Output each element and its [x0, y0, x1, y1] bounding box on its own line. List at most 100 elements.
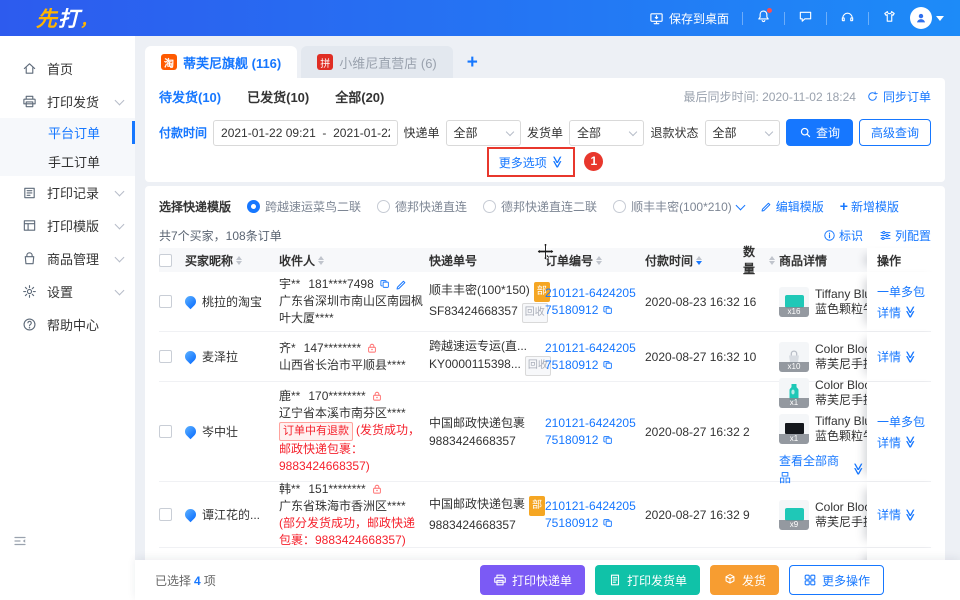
row-checkbox[interactable]	[159, 508, 172, 521]
grid-icon	[803, 573, 817, 587]
footer-button-invoice[interactable]: 打印发货单	[595, 565, 701, 595]
order-number-line[interactable]: 75180912	[545, 432, 641, 449]
lock-icon[interactable]	[371, 390, 383, 402]
sidebar-item-home[interactable]: 首页	[0, 52, 135, 85]
sidebar-item-gear[interactable]: 设置	[0, 275, 135, 308]
advanced-search-button[interactable]: 高级查询	[858, 119, 931, 146]
column-config-button[interactable]: 列配置	[879, 227, 931, 244]
express-cell: 跨越速运专运(直... KY0000115398... 回收	[429, 337, 551, 376]
topbar-divider	[784, 11, 785, 25]
template-radio-option[interactable]: 德邦快递直连二联	[483, 198, 597, 215]
buyer-nickname[interactable]: 岑中壮	[202, 423, 238, 440]
action-link[interactable]: 详情≫	[877, 348, 945, 365]
copy-icon[interactable]	[602, 517, 614, 529]
product-subtitle: 蓝色颗粒牛	[815, 301, 871, 316]
column-label[interactable]: 收件人	[279, 252, 325, 269]
support-button[interactable]	[840, 9, 855, 27]
footer-button-printer2[interactable]: 打印快递单	[480, 565, 586, 595]
sidebar-item-printer[interactable]: 打印发货	[0, 85, 135, 118]
order-tab[interactable]: 待发货(10)	[159, 87, 221, 106]
row-checkbox-cell	[159, 508, 185, 521]
sync-orders-button[interactable]: 同步订单	[866, 88, 931, 105]
express-filter-select[interactable]: 全部	[445, 119, 521, 146]
actions-cell: 详情≫	[867, 482, 945, 547]
sidebar-subitem-active[interactable]: 平台订单	[0, 118, 135, 147]
action-link[interactable]: 详情≫	[877, 304, 945, 321]
recycle-badge[interactable]: 回收	[521, 302, 548, 323]
recipient-name: 宇**	[279, 277, 301, 291]
order-number-line[interactable]: 75180912	[545, 302, 641, 319]
edit-icon[interactable]	[395, 278, 408, 291]
sidebar-item-goods[interactable]: 商品管理	[0, 242, 135, 275]
copy-icon[interactable]	[602, 359, 614, 371]
copy-icon[interactable]	[602, 434, 614, 446]
buyer-nickname[interactable]: 谭江花的...	[202, 506, 260, 523]
action-link[interactable]: 一单多包	[877, 413, 945, 430]
sidebar-item-label: 商品管理	[47, 252, 100, 267]
home-icon	[22, 61, 37, 76]
action-link[interactable]: 详情≫	[877, 434, 945, 451]
footer-button-ship[interactable]: 发货	[710, 565, 780, 595]
order-number-line[interactable]: 75180912	[545, 515, 641, 532]
radio-icon	[247, 199, 261, 213]
recipient-icons	[379, 278, 408, 291]
template-radio-option[interactable]: 跨越速运菜鸟二联	[247, 198, 361, 215]
lock-icon[interactable]	[371, 483, 383, 495]
collapse-sidebar-button[interactable]	[12, 533, 28, 552]
row-checkbox[interactable]	[159, 295, 172, 308]
feedback-button[interactable]	[798, 9, 813, 27]
pay-time-range-input[interactable]	[213, 119, 398, 146]
order-number-line[interactable]: 210121-6424205	[545, 285, 641, 302]
sidebar-subitem-item[interactable]: 手工订单	[0, 147, 135, 176]
column-label[interactable]: 订单编号	[545, 252, 603, 269]
product-item: x10 Color Block 蒂芙尼手提	[779, 341, 871, 372]
row-checkbox[interactable]	[159, 350, 172, 363]
order-number-line[interactable]: 210121-6424205	[545, 415, 641, 432]
footer-button-grid[interactable]: 更多操作	[789, 565, 885, 595]
shop-tab-taobao[interactable]: 淘蒂芙尼旗舰 (116)	[145, 46, 298, 78]
sidebar-submenu: 平台订单 手工订单	[0, 118, 135, 176]
action-link[interactable]: 一单多包	[877, 283, 945, 300]
row-checkbox[interactable]	[159, 425, 172, 438]
order-number-line[interactable]: 210121-6424205	[545, 340, 641, 357]
more-options-button[interactable]: 更多选项 ≫	[499, 154, 564, 171]
action-link[interactable]: 详情≫	[877, 506, 945, 523]
template-radio-option[interactable]: 顺丰丰密(100*210)	[613, 198, 746, 215]
order-number-cell: 210121-6424205 75180912	[545, 415, 645, 449]
notifications-button[interactable]	[756, 8, 772, 27]
template-radio-option[interactable]: 德邦快递直连	[377, 198, 467, 215]
refund-filter-select[interactable]: 全部	[704, 119, 780, 146]
select-all-checkbox[interactable]	[159, 253, 172, 267]
ship-icon	[723, 573, 737, 587]
buyer-nickname[interactable]: 桃拉的淘宝	[202, 293, 262, 310]
order-tab[interactable]: 已发货(10)	[247, 87, 309, 106]
shop-button[interactable]	[882, 9, 897, 27]
search-button[interactable]: 查询	[785, 119, 853, 146]
copy-icon[interactable]	[379, 278, 391, 291]
add-shop-tab-button[interactable]: +	[467, 52, 478, 74]
shop-tab-pinduoduo[interactable]: 拼小维尼直营店 (6)	[301, 46, 453, 78]
buyer-nickname[interactable]: 麦泽拉	[202, 348, 238, 365]
sidebar-item-template[interactable]: 打印模版	[0, 209, 135, 242]
sidebar-item-record[interactable]: 打印记录	[0, 176, 135, 209]
order-number-line[interactable]: 210121-6424205	[545, 498, 641, 515]
save-to-desktop-button[interactable]: 保存到桌面	[649, 10, 729, 27]
column-label[interactable]: 买家昵称	[185, 252, 243, 269]
copy-icon[interactable]	[602, 304, 614, 316]
lock-icon[interactable]	[366, 342, 378, 354]
recipient-name-line: 宇** 181****7498	[279, 276, 425, 293]
action-label: 详情	[877, 508, 902, 522]
tshirt-icon	[882, 9, 897, 24]
add-template-button[interactable]: + 新增模版	[840, 198, 899, 215]
order-number-line[interactable]: 75180912	[545, 357, 641, 374]
marks-button[interactable]: 标识	[823, 227, 863, 244]
sidebar-item-help[interactable]: 帮助中心	[0, 308, 135, 341]
column-label[interactable]: 付款时间	[645, 252, 703, 269]
order-tab[interactable]: 全部(20)	[335, 87, 384, 106]
account-menu[interactable]	[910, 7, 944, 29]
view-all-products-link[interactable]: 查看全部商品 ≫	[779, 452, 866, 486]
edit-template-button[interactable]: 编辑模版	[760, 198, 824, 215]
express-cell: 中国邮政快递包裹部 9883424668357	[429, 495, 546, 534]
product-title: Color Block	[815, 377, 871, 392]
ship-filter-select[interactable]: 全部	[569, 119, 645, 146]
